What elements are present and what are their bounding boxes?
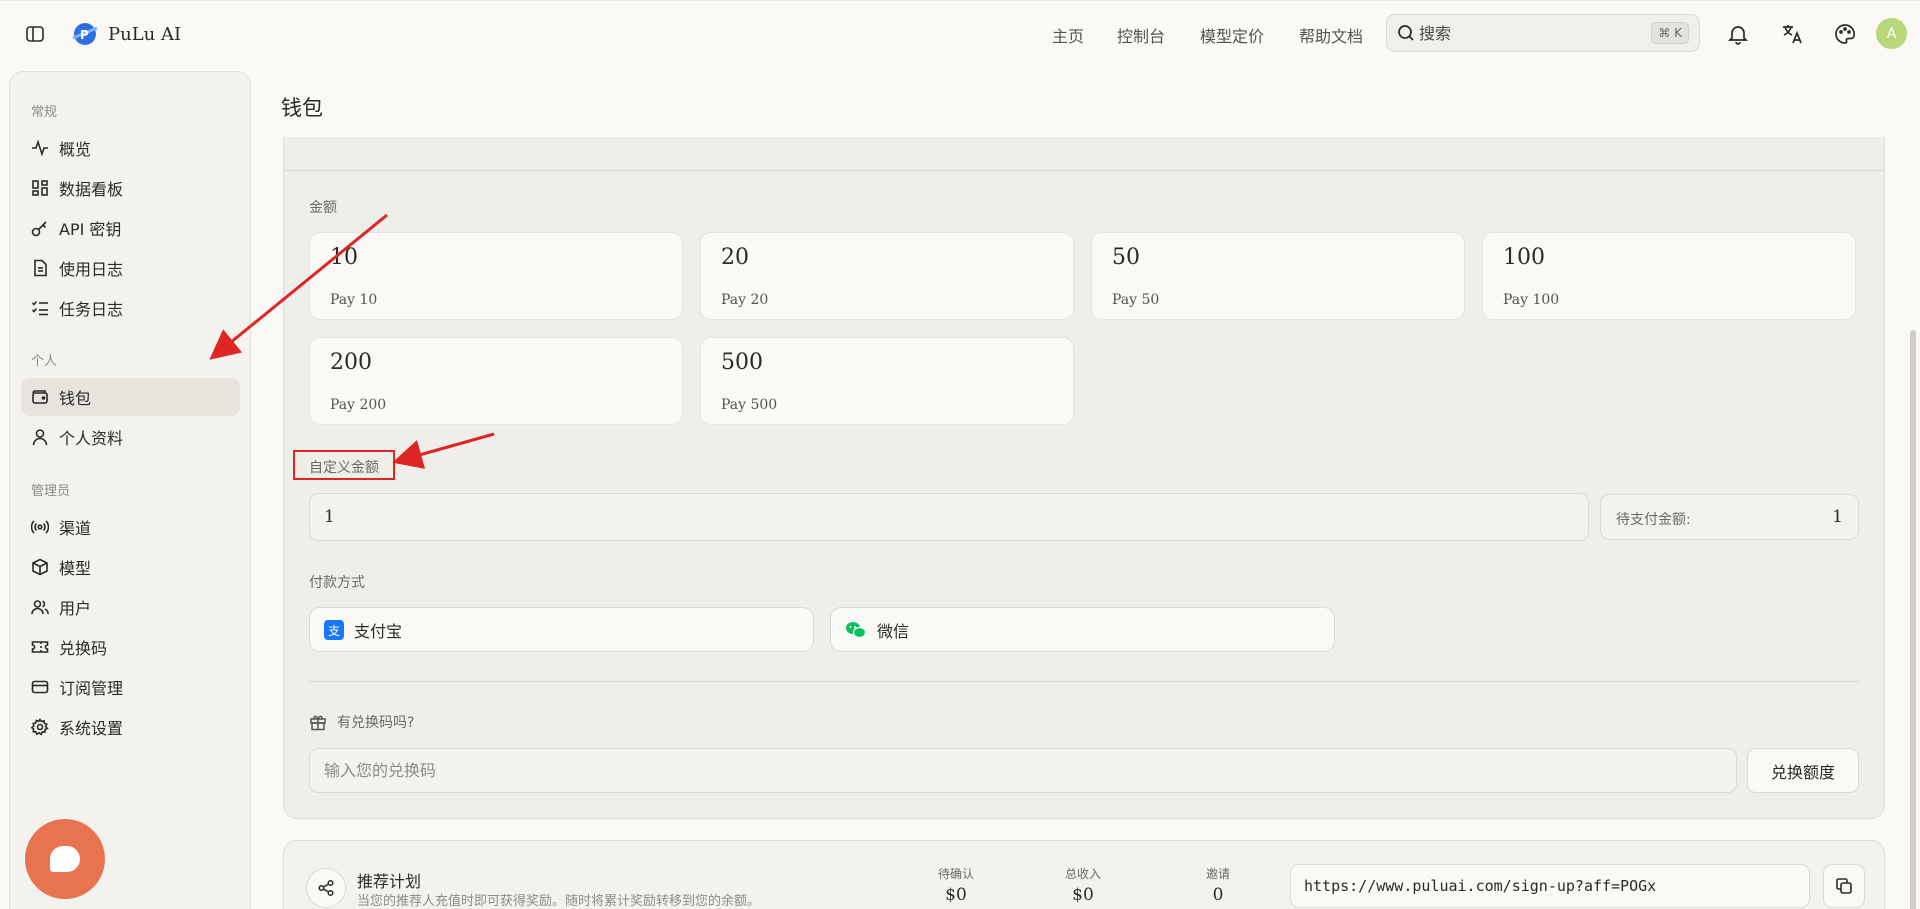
sidebar-item-models[interactable]: 模型 — [21, 548, 240, 586]
amount-option-200[interactable]: 200 Pay 200 — [309, 337, 683, 425]
amount-option-50[interactable]: 50 Pay 50 — [1091, 232, 1465, 320]
sidebar-item-usage-logs[interactable]: 使用日志 — [21, 249, 240, 287]
radio-signal-icon — [31, 520, 49, 534]
sidebar-item-profile[interactable]: 个人资料 — [21, 418, 240, 456]
annotation-highlight-box — [293, 450, 395, 480]
search-input[interactable] — [1419, 21, 1639, 45]
search-box[interactable]: ⌘ K — [1386, 14, 1700, 52]
gift-icon — [310, 715, 326, 731]
nav-pricing[interactable]: 模型定价 — [1200, 23, 1264, 47]
redeem-code-input[interactable] — [309, 748, 1737, 793]
nav-console[interactable]: 控制台 — [1117, 23, 1165, 47]
sidebar-item-wallet[interactable]: 钱包 — [21, 378, 240, 416]
key-icon — [31, 221, 47, 237]
payment-method-label: 付款方式 — [309, 575, 365, 591]
sidebar-item-settings[interactable]: 系统设置 — [21, 708, 240, 746]
alipay-icon: 支 — [324, 619, 344, 640]
amount-option-10[interactable]: 10 Pay 10 — [309, 232, 683, 320]
search-icon — [1397, 24, 1415, 46]
file-text-icon — [34, 259, 47, 277]
dashboard-grid-icon — [32, 180, 48, 196]
amount-option-100[interactable]: 100 Pay 100 — [1482, 232, 1856, 320]
activity-icon — [32, 139, 48, 157]
sidebar-item-subscriptions[interactable]: 订阅管理 — [21, 668, 240, 706]
sidebar-toggle-icon[interactable] — [22, 21, 48, 47]
sidebar-section-personal: 个人 — [31, 354, 58, 369]
search-shortcut: ⌘ K — [1651, 22, 1689, 44]
referral-card: 推荐计划 当您的推荐人充值时即可获得奖励。随时将累计奖励转移到您的余额。 待确认… — [283, 840, 1885, 909]
amount-option-20[interactable]: 20 Pay 20 — [700, 232, 1074, 320]
sidebar-item-api-keys[interactable]: API 密钥 — [21, 209, 240, 247]
wechat-icon — [846, 621, 867, 638]
share-icon — [306, 868, 346, 908]
card-divider-top — [284, 170, 1884, 171]
wallet-card: 金额 10 Pay 10 20 Pay 20 50 Pay 50 100 Pay… — [283, 137, 1885, 819]
ticket-icon — [31, 641, 49, 653]
users-icon — [31, 600, 49, 615]
payment-alipay-button[interactable]: 支 支付宝 — [309, 607, 814, 652]
sidebar: 常规 概览 数据看板 API 密钥 使用日志 任务日志 个人 钱包 个人资料 管… — [9, 71, 251, 909]
section-divider — [309, 681, 1859, 682]
sidebar-item-channels[interactable]: 渠道 — [21, 508, 240, 546]
top-header: P PuLu AI 主页 控制台 模型定价 帮助文档 ⌘ K A — [0, 0, 1920, 66]
copy-link-button[interactable] — [1823, 864, 1865, 908]
pending-amount-label: 待支付金额: — [1616, 512, 1691, 528]
page-scrollbar[interactable] — [1910, 330, 1916, 909]
svg-text:支: 支 — [328, 624, 340, 638]
page-title: 钱包 — [281, 96, 323, 120]
translate-icon[interactable] — [1779, 21, 1805, 47]
svg-text:P: P — [80, 28, 89, 42]
sidebar-item-overview[interactable]: 概览 — [21, 129, 240, 167]
box-icon — [32, 558, 48, 576]
wallet-icon — [32, 390, 48, 404]
brand[interactable]: P PuLu AI — [70, 20, 181, 48]
sidebar-item-dashboard[interactable]: 数据看板 — [21, 169, 240, 207]
nav-docs[interactable]: 帮助文档 — [1299, 23, 1363, 47]
redeem-code-label: 有兑换码吗? — [309, 712, 414, 732]
sidebar-item-users[interactable]: 用户 — [21, 588, 240, 626]
payment-wechat-button[interactable]: 微信 — [830, 607, 1335, 652]
custom-amount-input[interactable] — [309, 493, 1589, 541]
sidebar-section-general: 常规 — [31, 105, 58, 120]
amount-label: 金额 — [309, 200, 337, 216]
copy-icon — [1836, 878, 1852, 894]
amount-option-500[interactable]: 500 Pay 500 — [700, 337, 1074, 425]
referral-link-field[interactable]: https://www.puluai.com/sign-up?aff=POGx — [1290, 864, 1810, 908]
chat-bubble-icon — [50, 846, 80, 872]
chat-widget-button[interactable] — [25, 819, 105, 899]
redeem-button[interactable]: 兑换额度 — [1747, 748, 1859, 793]
user-icon — [32, 429, 48, 446]
brand-name: PuLu AI — [108, 23, 182, 45]
pending-amount-display: 待支付金额: 1 — [1600, 494, 1859, 540]
list-checks-icon — [31, 300, 48, 316]
pending-amount-value: 1 — [1832, 507, 1843, 527]
palette-icon[interactable] — [1832, 21, 1858, 47]
stat-invites: 邀请 0 — [1205, 867, 1230, 905]
brand-logo-icon: P — [72, 23, 98, 45]
sidebar-item-redeem-codes[interactable]: 兑换码 — [21, 628, 240, 666]
sidebar-section-admin: 管理员 — [31, 484, 71, 499]
avatar[interactable]: A — [1876, 18, 1907, 49]
stat-total-income: 总收入 $0 — [1064, 867, 1101, 905]
bell-icon[interactable] — [1725, 21, 1751, 47]
credit-card-icon — [31, 680, 49, 694]
referral-description: 当您的推荐人充值时即可获得奖励。随时将累计奖励转移到您的余额。 — [357, 894, 761, 909]
referral-title: 推荐计划 — [357, 872, 422, 891]
sidebar-item-task-logs[interactable]: 任务日志 — [21, 289, 240, 327]
gear-icon — [31, 718, 49, 736]
nav-home[interactable]: 主页 — [1052, 23, 1084, 47]
stat-pending: 待确认 $0 — [937, 867, 974, 905]
